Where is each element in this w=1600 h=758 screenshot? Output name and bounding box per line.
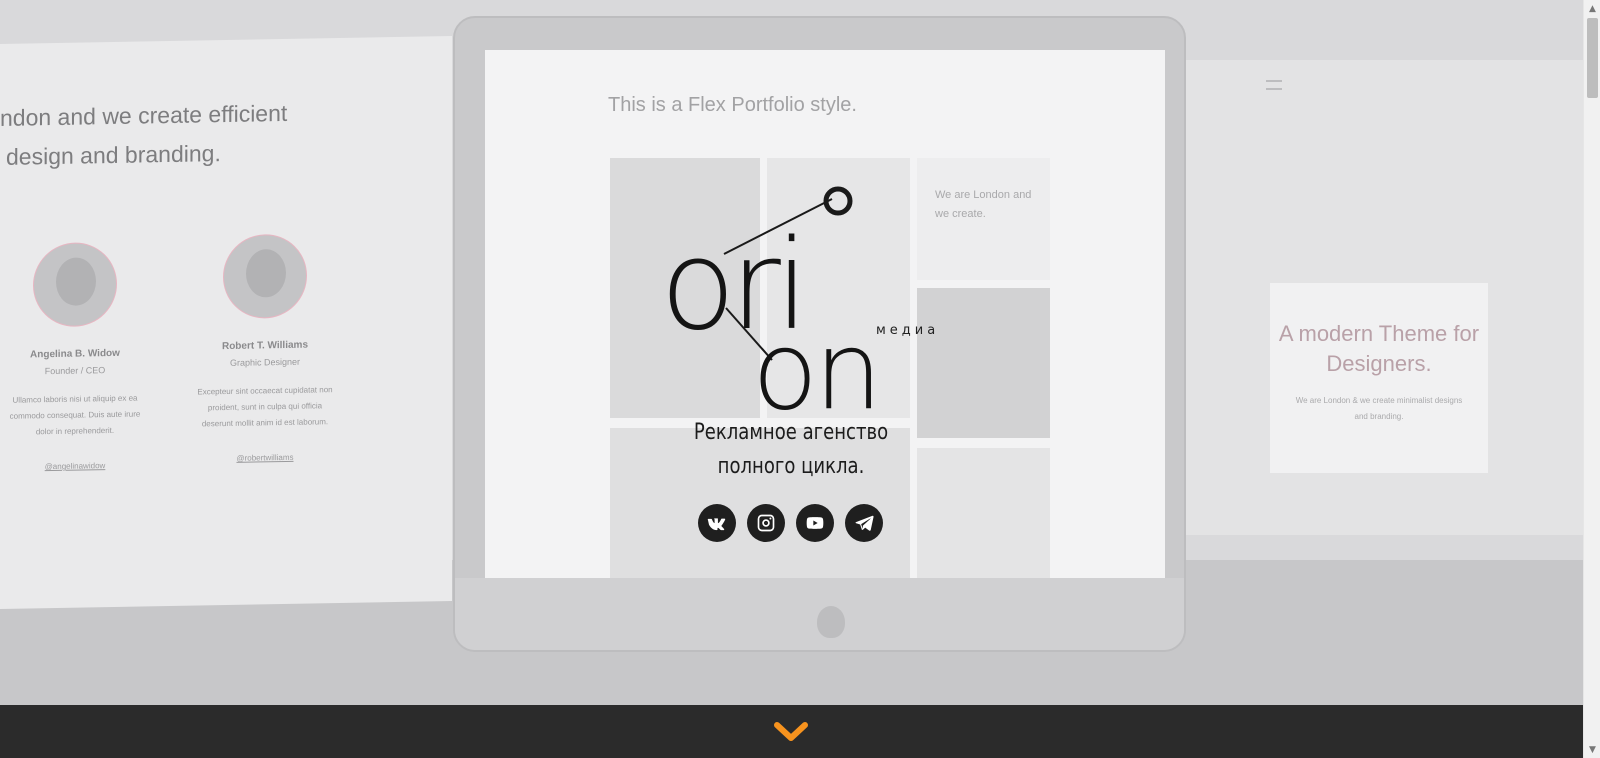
hero-tagline-line: полного цикла. <box>717 454 865 479</box>
hero-tagline-line: Рекламное агенство <box>693 420 889 445</box>
hero-tagline: Рекламное агенство полного цикла. <box>634 416 947 484</box>
youtube-link[interactable] <box>796 504 834 542</box>
telegram-link[interactable] <box>845 504 883 542</box>
instagram-link[interactable] <box>747 504 785 542</box>
instagram-icon <box>757 514 775 532</box>
vertical-scrollbar[interactable]: ▲ ▼ <box>1583 0 1600 758</box>
chevron-down-icon[interactable] <box>773 721 809 743</box>
vk-link[interactable] <box>698 504 736 542</box>
scroll-down-button[interactable]: ▼ <box>1584 741 1600 758</box>
orion-logo: ori on <box>660 186 883 422</box>
scrollbar-thumb[interactable] <box>1587 18 1598 98</box>
hero-section: ori on медиа Рекламное агенство полного … <box>0 0 1583 705</box>
logo-word-bottom: on <box>752 309 879 422</box>
logo-subtitle: медиа <box>876 323 940 338</box>
vk-icon <box>707 518 726 531</box>
social-links <box>698 504 883 542</box>
scroll-up-button[interactable]: ▲ <box>1584 0 1600 17</box>
youtube-icon <box>806 517 824 529</box>
page-viewport: ndon and we create efficient design and … <box>0 0 1583 758</box>
chevron-stroke <box>774 722 808 741</box>
bottom-bar <box>0 705 1583 758</box>
telegram-icon <box>855 515 874 531</box>
